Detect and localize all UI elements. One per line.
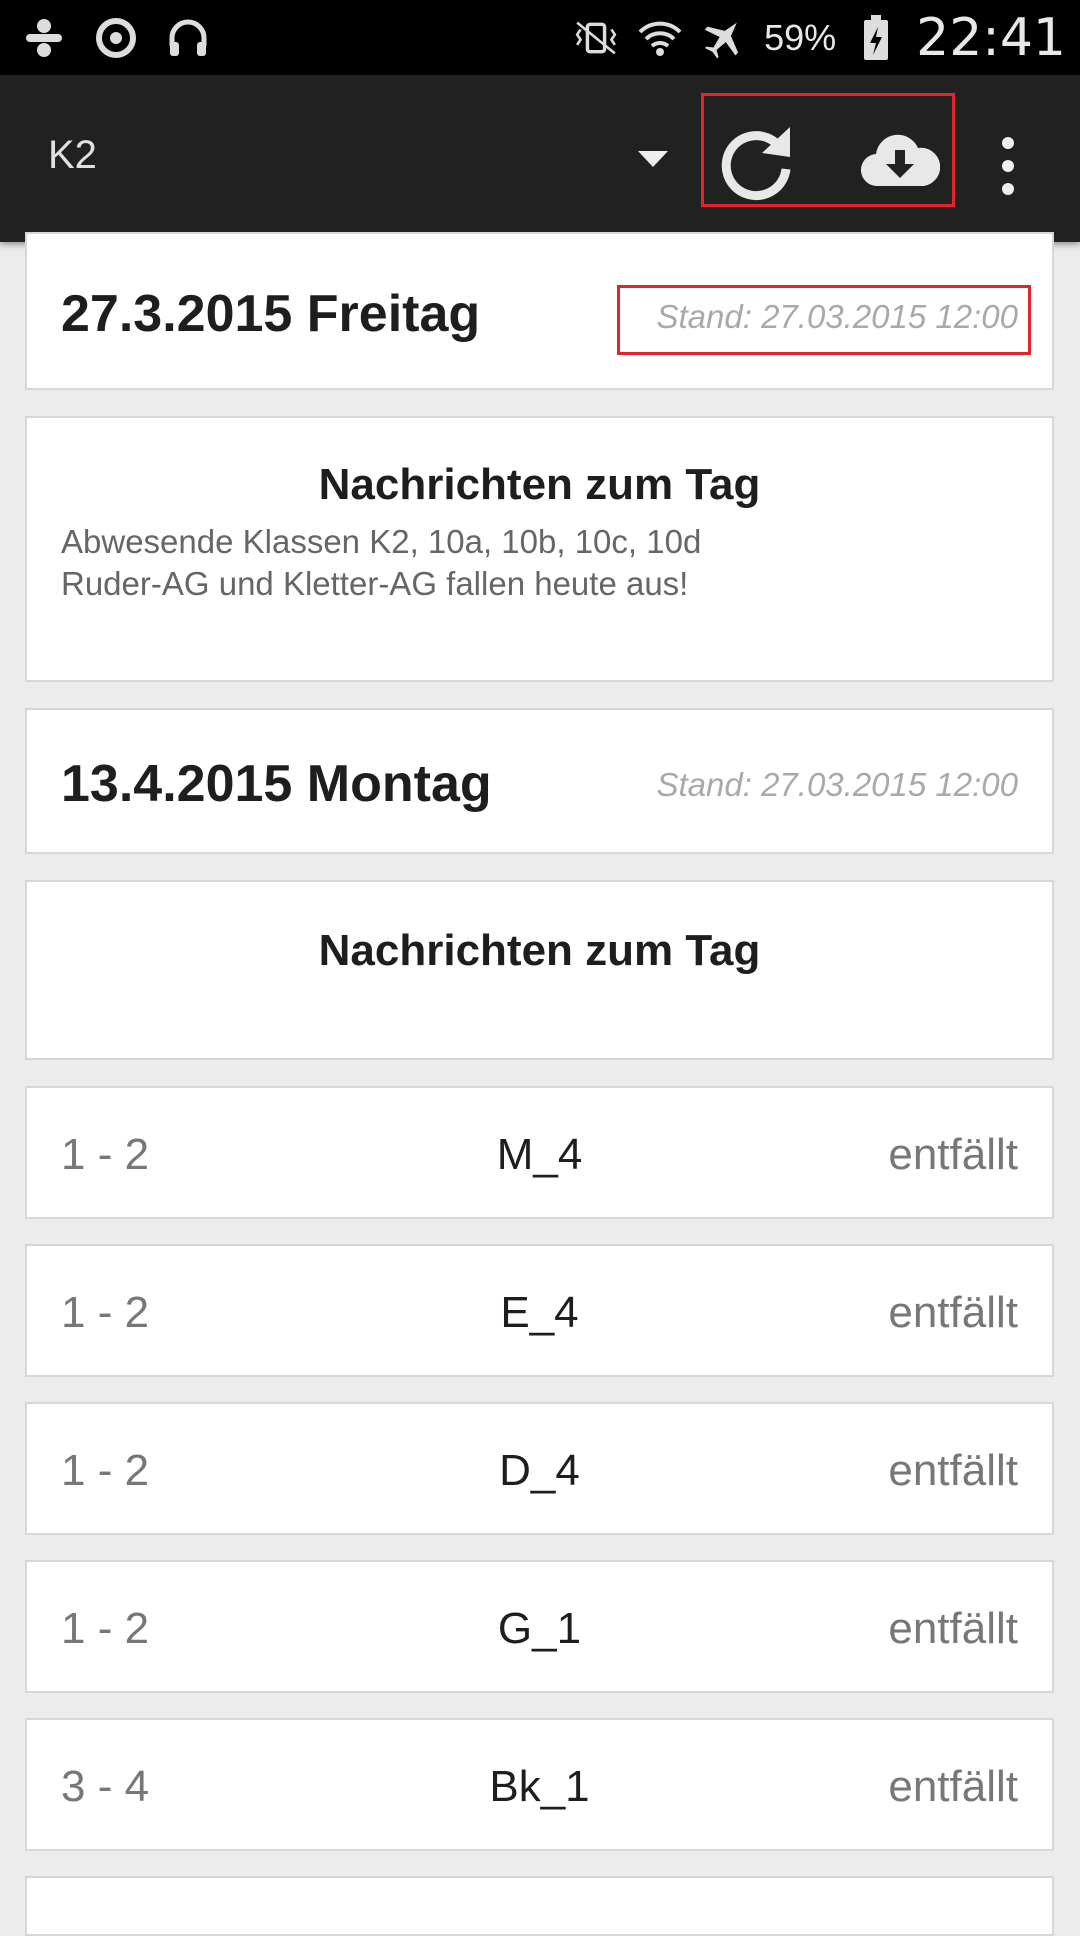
refresh-icon[interactable] (716, 123, 798, 205)
battery-charging-icon (852, 14, 900, 62)
message-line: Ruder-AG und Kletter-AG fallen heute aus… (61, 565, 689, 602)
status: entfällt (888, 1762, 1018, 1811)
clock: 22:41 (916, 7, 1066, 68)
status: entfällt (888, 1446, 1018, 1495)
list-item[interactable]: 1 - 2 E_4 entfällt (25, 1244, 1054, 1377)
sync-app-icon (92, 14, 140, 62)
action-bar: K2 (0, 75, 1080, 242)
list-item[interactable]: 1 - 2 G_1 entfällt (25, 1560, 1054, 1693)
status-bar: 59% 22:41 (0, 0, 1080, 75)
status: entfällt (888, 1130, 1018, 1179)
cloud-download-icon[interactable] (860, 130, 940, 190)
status: entfällt (888, 1288, 1018, 1337)
wifi-icon (636, 14, 684, 62)
message-line: Abwesende Klassen K2, 10a, 10b, 10c, 10d (61, 523, 702, 560)
vibrate-icon (572, 14, 620, 62)
status: entfällt (888, 1604, 1018, 1653)
day-messages-card: Nachrichten zum Tag (25, 880, 1054, 1060)
day-header-card: 27.3.2015 Freitag Stand: 27.03.2015 12:0… (25, 232, 1054, 390)
day-title: 13.4.2015 Montag (61, 755, 492, 813)
list-item[interactable] (25, 1876, 1054, 1936)
day-messages-card: Nachrichten zum Tag Abwesende Klassen K2… (25, 416, 1054, 682)
usb-debug-icon (20, 14, 68, 62)
battery-percent: 59% (764, 16, 837, 58)
stand-timestamp: Stand: 27.03.2015 12:00 (656, 766, 1019, 803)
list-item[interactable]: 3 - 4 Bk_1 entfällt (25, 1718, 1054, 1851)
overflow-menu-icon[interactable] (990, 133, 1026, 203)
messages-title: Nachrichten zum Tag (318, 460, 761, 509)
day-header-card: 13.4.2015 Montag Stand: 27.03.2015 12:00 (25, 708, 1054, 854)
list-item[interactable]: 1 - 2 M_4 entfällt (25, 1086, 1054, 1219)
class-selector[interactable]: K2 (48, 133, 97, 178)
headset-icon (164, 14, 212, 62)
highlight-box-stand (617, 285, 1031, 355)
list-item[interactable]: 1 - 2 D_4 entfällt (25, 1402, 1054, 1535)
day-title: 27.3.2015 Freitag (61, 285, 481, 343)
messages-title: Nachrichten zum Tag (318, 926, 761, 975)
airplane-icon (700, 14, 748, 62)
dropdown-arrow-icon[interactable] (636, 145, 670, 171)
